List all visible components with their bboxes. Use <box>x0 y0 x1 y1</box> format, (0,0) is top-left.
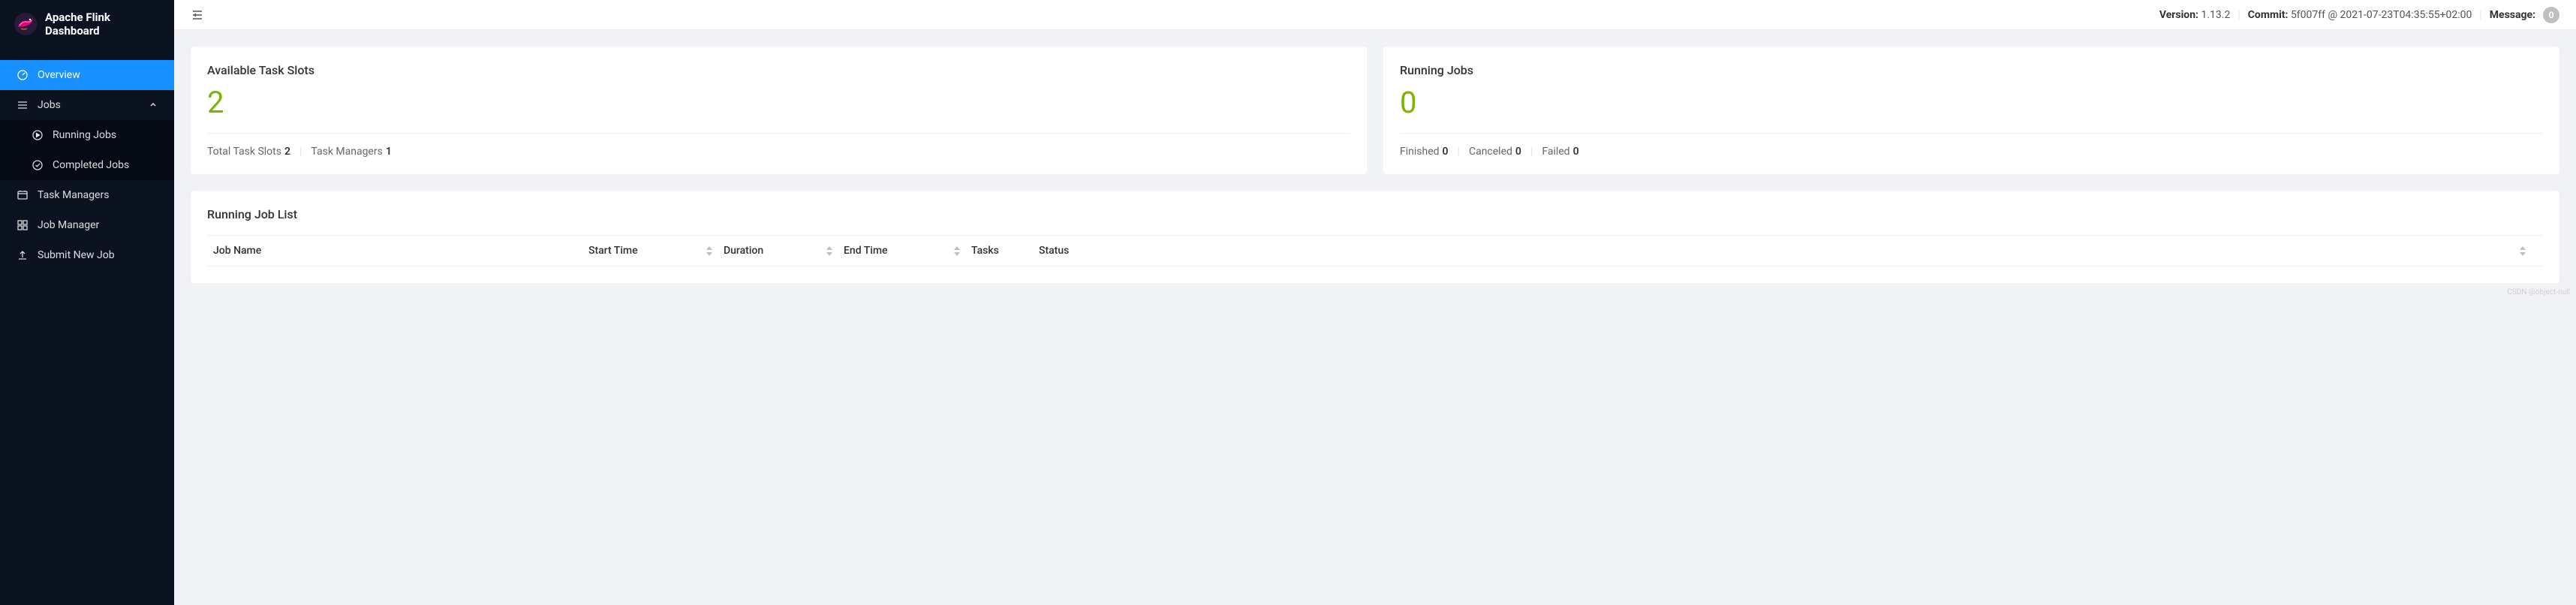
sort-icon <box>826 246 844 256</box>
running-job-list-card: Running Job List Job Name Start Time <box>191 191 2559 283</box>
sidebar-item-label: Submit New Job <box>38 249 115 261</box>
commit-value: 5f007ff @ 2021-07-23T04:35:55+02:00 <box>2291 9 2472 21</box>
commit-label: Commit: <box>2248 9 2289 21</box>
column-label: End Time <box>844 245 888 257</box>
main: Version: 1.13.2 | Commit: 5f007ff @ 2021… <box>174 0 2576 605</box>
column-job-name[interactable]: Job Name <box>213 245 588 257</box>
finished-value: 0 <box>1443 146 1449 158</box>
message-count-badge[interactable]: 0 <box>2543 7 2559 23</box>
canceled-value: 0 <box>1515 146 1521 158</box>
column-label: Status <box>1039 245 1069 257</box>
version-value: 1.13.2 <box>2201 9 2230 21</box>
build-icon <box>17 219 29 231</box>
topbar: Version: 1.13.2 | Commit: 5f007ff @ 2021… <box>174 0 2576 30</box>
schedule-icon <box>17 189 29 201</box>
upload-icon <box>17 249 29 261</box>
watermark: CSDN @object-null <box>2507 288 2570 296</box>
column-label: Duration <box>724 245 763 257</box>
column-label: Start Time <box>588 245 638 257</box>
column-end-time[interactable]: End Time <box>844 245 971 257</box>
card-title: Running Job List <box>207 207 2543 221</box>
sidebar-item-label: Jobs <box>38 99 61 111</box>
flink-logo-icon <box>14 12 38 36</box>
stat-cards-row: Available Task Slots 2 Total Task Slots2… <box>191 47 2559 174</box>
divider: | <box>1530 146 1533 158</box>
sidebar-item-label: Overview <box>38 69 80 81</box>
sort-icon <box>2519 246 2537 256</box>
column-duration[interactable]: Duration <box>724 245 844 257</box>
column-label: Job Name <box>213 245 261 257</box>
divider <box>207 133 1350 134</box>
content: Available Task Slots 2 Total Task Slots2… <box>174 30 2576 299</box>
job-table: Job Name Start Time Duration <box>207 235 2543 266</box>
failed-label: Failed <box>1542 146 1569 158</box>
play-circle-icon <box>32 129 44 141</box>
dashboard-icon <box>17 69 29 81</box>
column-tasks[interactable]: Tasks <box>971 245 1039 257</box>
app-title: Apache Flink Dashboard <box>45 11 161 38</box>
available-slots-value: 2 <box>207 88 1350 118</box>
chevron-up-icon <box>149 101 158 110</box>
sidebar: Apache Flink Dashboard Overview Jobs <box>0 0 174 605</box>
sidebar-jobs-submenu: Running Jobs Completed Jobs <box>0 120 174 180</box>
divider: | <box>2237 9 2240 21</box>
sidebar-item-label: Task Managers <box>38 189 109 201</box>
slots-stats: Total Task Slots2 | Task Managers 1 <box>207 146 1350 158</box>
failed-value: 0 <box>1573 146 1579 158</box>
table-header: Job Name Start Time Duration <box>207 235 2543 266</box>
sidebar-item-label: Running Jobs <box>53 129 116 141</box>
jobs-stats: Finished0 | Canceled0 | Failed0 <box>1400 146 2543 158</box>
running-jobs-card: Running Jobs 0 Finished0 | Canceled0 | F… <box>1383 47 2559 174</box>
finished-label: Finished <box>1400 146 1440 158</box>
sidebar-item-overview[interactable]: Overview <box>0 60 174 90</box>
divider: | <box>2479 9 2481 21</box>
divider <box>1400 133 2543 134</box>
sidebar-item-jobs[interactable]: Jobs <box>0 90 174 120</box>
sidebar-item-completed-jobs[interactable]: Completed Jobs <box>0 150 174 180</box>
sidebar-item-submit-job[interactable]: Submit New Job <box>0 240 174 270</box>
sidebar-nav: Overview Jobs Running Jobs <box>0 48 174 270</box>
sort-icon <box>706 246 724 256</box>
card-title: Available Task Slots <box>207 63 1350 77</box>
card-title: Running Jobs <box>1400 63 2543 77</box>
canceled-label: Canceled <box>1469 146 1512 158</box>
collapse-sidebar-button[interactable] <box>191 8 204 22</box>
divider: | <box>1458 146 1460 158</box>
column-label: Tasks <box>971 245 999 257</box>
sidebar-item-label: Completed Jobs <box>53 159 129 171</box>
check-circle-icon <box>32 159 44 171</box>
total-slots-value: 2 <box>284 146 290 158</box>
sidebar-item-task-managers[interactable]: Task Managers <box>0 180 174 210</box>
divider: | <box>299 146 302 158</box>
sidebar-item-job-manager[interactable]: Job Manager <box>0 210 174 240</box>
running-jobs-value: 0 <box>1400 88 2543 118</box>
column-start-time[interactable]: Start Time <box>588 245 724 257</box>
sidebar-header: Apache Flink Dashboard <box>0 0 174 48</box>
sidebar-item-label: Job Manager <box>38 219 99 231</box>
version-label: Version: <box>2159 9 2198 21</box>
sort-icon <box>953 246 971 256</box>
total-slots-label: Total Task Slots <box>207 146 281 158</box>
task-managers-value: 1 <box>386 146 392 158</box>
bars-icon <box>17 99 29 111</box>
available-slots-card: Available Task Slots 2 Total Task Slots2… <box>191 47 1367 174</box>
topbar-info: Version: 1.13.2 | Commit: 5f007ff @ 2021… <box>2159 7 2559 23</box>
sidebar-item-running-jobs[interactable]: Running Jobs <box>0 120 174 150</box>
message-label: Message: <box>2490 9 2535 21</box>
column-status[interactable]: Status <box>1039 245 2537 257</box>
task-managers-label: Task Managers <box>311 146 382 158</box>
